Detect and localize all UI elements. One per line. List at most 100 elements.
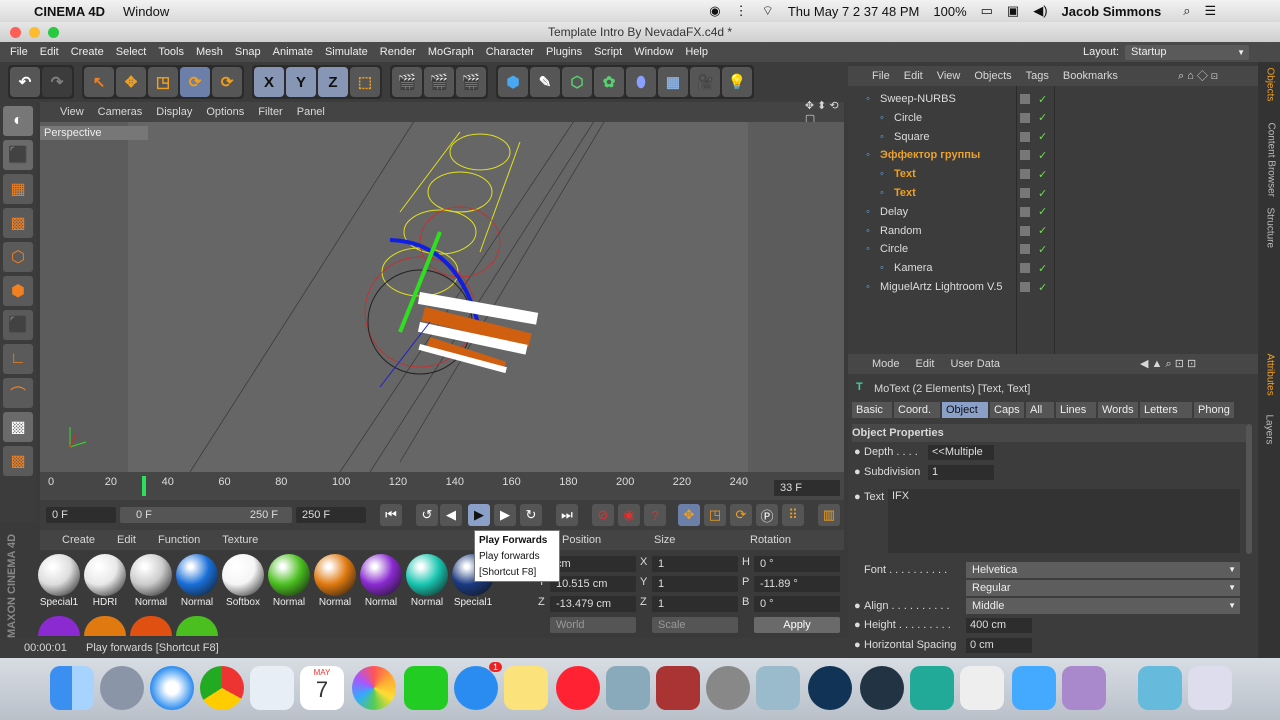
system-preferences-dock-icon[interactable] [706, 666, 750, 710]
size-field[interactable]: 1 [652, 576, 738, 592]
volume-icon[interactable]: ◀) [1033, 3, 1047, 19]
material-menu-texture[interactable]: Texture [222, 534, 258, 546]
menu-mesh[interactable]: Mesh [196, 46, 223, 58]
material-swatch[interactable] [360, 554, 402, 596]
app-name-menu[interactable]: CINEMA 4D [34, 4, 105, 19]
start-frame-field[interactable]: 0 F [46, 507, 116, 523]
material-swatch[interactable] [84, 616, 126, 636]
viewport-menu-view[interactable]: View [60, 106, 84, 118]
menu-tools[interactable]: Tools [158, 46, 184, 58]
current-frame-field[interactable]: 33 F [774, 480, 840, 496]
datetime[interactable]: Thu May 7 2 37 48 PM [788, 4, 920, 19]
range-slider[interactable]: 0 F 250 F [120, 507, 292, 523]
snap-icon[interactable]: ▩ [3, 412, 33, 442]
visibility-toggle[interactable] [1020, 112, 1030, 123]
minimize-window-button[interactable] [29, 27, 40, 38]
preview-dock-icon[interactable] [250, 666, 294, 710]
key-position-icon[interactable]: ✥ [678, 504, 700, 526]
menu-simulate[interactable]: Simulate [325, 46, 368, 58]
hspacing-field[interactable]: 0 cm [966, 638, 1032, 653]
launchpad-dock-icon[interactable] [100, 666, 144, 710]
material-swatch[interactable] [314, 554, 356, 596]
obj-menu-file[interactable]: File [872, 70, 890, 82]
attr-tab[interactable]: Caps [990, 402, 1024, 418]
floor-icon[interactable]: ▦ [658, 67, 688, 97]
finder-dock-icon[interactable] [50, 666, 94, 710]
menu-file[interactable]: File [10, 46, 28, 58]
position-field[interactable]: -13.479 cm [550, 596, 636, 612]
points-mode-icon[interactable]: ⬡ [3, 242, 33, 272]
coordinate-mode-dropdown[interactable]: World [550, 617, 636, 633]
keyframe-selection-icon[interactable]: ? [644, 504, 666, 526]
menu-snap[interactable]: Snap [235, 46, 261, 58]
visibility-toggle[interactable] [1020, 150, 1030, 161]
camera-icon[interactable]: 🎥 [690, 67, 720, 97]
scale-tool-icon[interactable]: ◳ [148, 67, 178, 97]
position-field[interactable]: 10.515 cm [550, 576, 636, 592]
enable-check-icon[interactable]: ✓ [1038, 187, 1047, 200]
redo-icon[interactable]: ↷ [42, 67, 72, 97]
prev-key-icon[interactable]: ↺ [416, 504, 438, 526]
wifi-icon[interactable]: ⌔ [762, 3, 774, 19]
visibility-toggle[interactable] [1020, 206, 1030, 217]
tab-attributes[interactable]: Attributes [1265, 354, 1276, 414]
viewport-menu-filter[interactable]: Filter [258, 106, 282, 118]
cloner-icon[interactable]: ✿ [594, 67, 624, 97]
z-axis-lock-button[interactable]: Z [318, 67, 348, 97]
object-row[interactable]: ◦ Sweep-NURBS ✓ [848, 90, 1258, 108]
downloads-dock-icon[interactable] [1138, 666, 1182, 710]
menu-script[interactable]: Script [594, 46, 622, 58]
menu-plugins[interactable]: Plugins [546, 46, 582, 58]
autokey-icon[interactable]: ◉ [618, 504, 640, 526]
size-field[interactable]: 1 [652, 556, 738, 572]
attr-tab[interactable]: Words [1098, 402, 1138, 418]
enable-check-icon[interactable]: ✓ [1038, 224, 1047, 237]
workplane-icon[interactable]: ▩ [3, 446, 33, 476]
attr-scrollbar[interactable] [1246, 424, 1252, 554]
appstore-dock-icon[interactable]: 1 [454, 662, 502, 710]
cinema4d-dock-icon[interactable] [860, 666, 904, 710]
deformer-icon[interactable]: ⬮ [626, 67, 656, 97]
timeline-ruler[interactable]: 0 20 40 60 80 100 120 140 160 180 200 220 240 [40, 472, 844, 500]
align-dropdown[interactable]: Middle ▼ [966, 598, 1240, 614]
close-window-button[interactable] [10, 27, 21, 38]
light-icon[interactable]: 💡 [722, 67, 752, 97]
visibility-toggle[interactable] [1020, 244, 1030, 255]
size-mode-dropdown[interactable]: Scale [652, 617, 738, 633]
tab-objects[interactable]: Objects [1265, 68, 1276, 124]
attr-tab[interactable]: Lines [1056, 402, 1096, 418]
itunes-dock-icon[interactable] [556, 666, 600, 710]
key-rotation-icon[interactable]: ⟳ [730, 504, 752, 526]
notifications-icon[interactable]: ☰ [1205, 3, 1217, 19]
visibility-toggle[interactable] [1020, 169, 1030, 180]
attr-nav-icons[interactable]: ◀ ▲ ⌕ ⊡ ⊡ [1140, 357, 1196, 371]
zoom-window-button[interactable] [48, 27, 59, 38]
window-menu[interactable]: Window [123, 4, 169, 19]
move-tool-icon[interactable]: ✥ [116, 67, 146, 97]
key-pla-icon[interactable]: ⠿ [782, 504, 804, 526]
material-swatch[interactable] [222, 554, 264, 596]
spotlight-icon[interactable]: ⌕ [1183, 3, 1190, 19]
attr-tab[interactable]: Letters [1140, 402, 1192, 418]
material-menu-function[interactable]: Function [158, 534, 200, 546]
visibility-toggle[interactable] [1020, 282, 1030, 292]
visibility-toggle[interactable] [1020, 188, 1030, 198]
enable-check-icon[interactable]: ✓ [1038, 243, 1047, 256]
font-style-dropdown[interactable]: Regular ▼ [966, 580, 1240, 596]
depth-field[interactable]: <<Multiple [928, 445, 994, 460]
object-row[interactable]: ◦ MiguelArtz Lightroom V.5 ✓ [848, 278, 1258, 296]
undo-icon[interactable]: ↶ [10, 67, 40, 97]
coordinate-system-icon[interactable]: ⬚ [350, 67, 380, 97]
quicktime-dock-icon[interactable] [808, 666, 852, 710]
texture-mode-icon[interactable]: ▦ [3, 174, 33, 204]
attr-menu-edit[interactable]: Edit [916, 358, 935, 370]
material-swatch[interactable] [84, 554, 126, 596]
safari-dock-icon[interactable] [150, 666, 194, 710]
timeline-playhead[interactable] [141, 476, 146, 496]
enable-check-icon[interactable]: ✓ [1038, 93, 1047, 106]
make-editable-icon[interactable]: ◐ [3, 106, 33, 136]
menu-edit[interactable]: Edit [40, 46, 59, 58]
material-swatch[interactable] [176, 554, 218, 596]
menu-create[interactable]: Create [71, 46, 104, 58]
prev-frame-icon[interactable]: ◀ [440, 504, 462, 526]
